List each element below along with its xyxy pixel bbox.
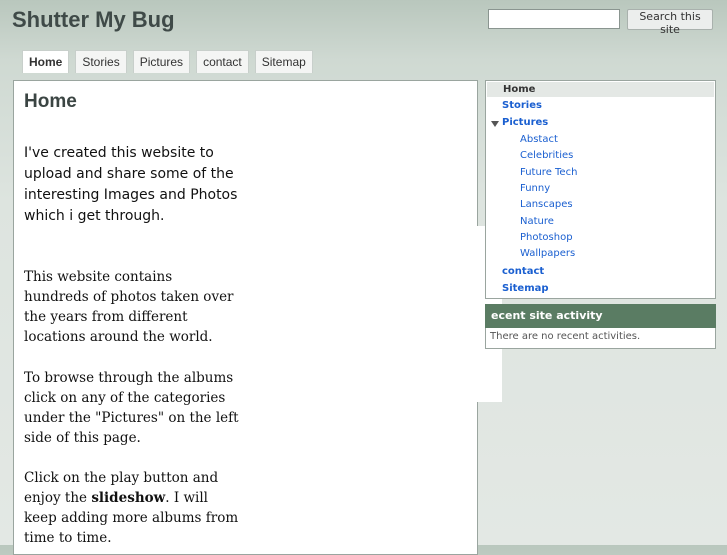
recent-activity-empty: There are no recent activities. (485, 328, 716, 349)
sidebar-item-pictures[interactable]: Pictures (502, 117, 548, 129)
search-button[interactable]: Search this site (627, 9, 713, 36)
slideshow-bold: slideshow (91, 490, 166, 506)
page-title: Home (24, 91, 77, 112)
sidebar-subitem-nature[interactable]: Nature (520, 216, 554, 228)
sidebar-subitem-photoshop[interactable]: Photoshop (520, 232, 573, 244)
search-input[interactable] (488, 9, 620, 29)
paragraph-slideshow: Click on the play button and enjoy the s… (24, 468, 239, 548)
sidebar-item-contact[interactable]: contact (502, 266, 544, 278)
sidebar-subitem-lanscapes[interactable]: Lanscapes (520, 199, 573, 211)
paragraph-browse: To browse through the albums click on an… (24, 370, 239, 446)
tab-sitemap[interactable]: Sitemap (254, 50, 313, 73)
sidebar-subitem-future-tech[interactable]: Future Tech (520, 167, 577, 179)
sidebar-subitem-funny[interactable]: Funny (520, 183, 550, 195)
site-title[interactable]: Shutter My Bug (12, 7, 175, 33)
tab-contact[interactable]: contact (196, 50, 249, 73)
sidebar-subitem-celebrities[interactable]: Celebrities (520, 150, 573, 162)
paragraph-photos: This website contains hundreds of photos… (24, 269, 234, 345)
main-content: Home I've created this website to upload… (13, 80, 478, 555)
intro-paragraph: I've created this website to upload and … (24, 145, 238, 224)
tab-bar: Home Stories Pictures contact Sitemap (22, 50, 313, 73)
sidebar-subitem-wallpapers[interactable]: Wallpapers (520, 248, 575, 260)
sidebar-item-sitemap[interactable]: Sitemap (502, 283, 549, 295)
chevron-down-icon[interactable] (491, 121, 499, 127)
sidebar-navigation: Home Stories Pictures Abstact Celebritie… (485, 80, 716, 299)
tab-stories[interactable]: Stories (75, 50, 127, 73)
sidebar-item-home[interactable]: Home (487, 82, 714, 97)
recent-activity-header: ecent site activity (485, 304, 716, 328)
tab-home[interactable]: Home (22, 50, 70, 73)
tab-pictures[interactable]: Pictures (132, 50, 191, 73)
sidebar-subitem-abstact[interactable]: Abstact (520, 134, 558, 146)
sidebar-item-stories[interactable]: Stories (502, 100, 542, 112)
